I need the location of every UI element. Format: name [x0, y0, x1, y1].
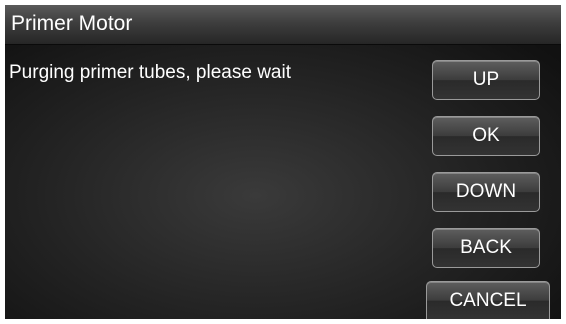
page-title: Primer Motor: [11, 12, 133, 35]
title-bar: Primer Motor: [5, 5, 561, 45]
up-button[interactable]: UP: [432, 60, 540, 100]
ok-button[interactable]: OK: [432, 116, 540, 156]
printer-panel-screen: Primer Motor Purging primer tubes, pleas…: [5, 5, 561, 319]
status-message: Purging primer tubes, please wait: [9, 62, 291, 83]
back-button[interactable]: BACK: [432, 228, 540, 268]
cancel-button[interactable]: CANCEL: [426, 281, 550, 319]
down-button[interactable]: DOWN: [432, 172, 540, 212]
